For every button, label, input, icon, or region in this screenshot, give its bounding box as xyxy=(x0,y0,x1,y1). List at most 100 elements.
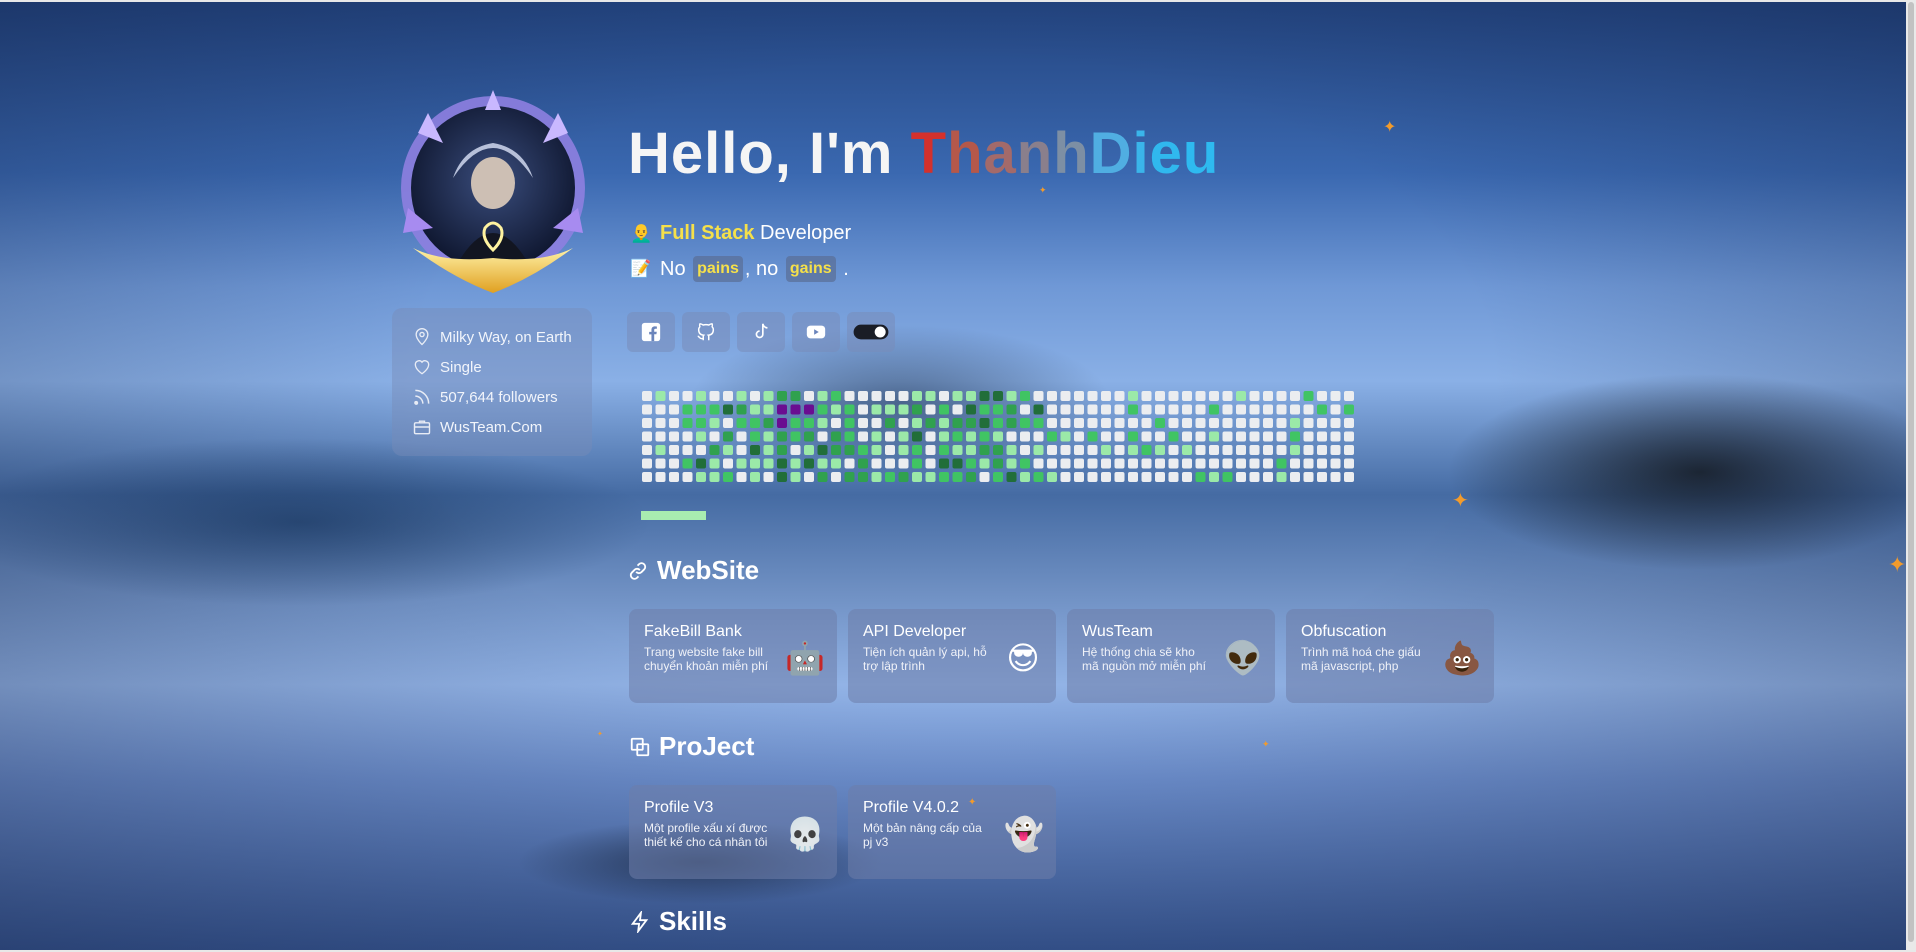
contribution-cell xyxy=(723,445,733,455)
tiktok-button[interactable] xyxy=(737,312,785,352)
contribution-cell xyxy=(1344,445,1354,455)
contribution-cell xyxy=(1209,418,1219,428)
contribution-cell xyxy=(1182,445,1192,455)
card-emoji-icon: 😎 xyxy=(1006,640,1040,676)
contribution-cell xyxy=(1101,472,1111,482)
card-profile-v4-0-2[interactable]: Profile V4.0.2 Một bản nâng cấp của pj v3… xyxy=(848,785,1056,879)
contribution-cell xyxy=(979,418,990,428)
contribution-cell xyxy=(966,404,976,415)
card-profile-v3[interactable]: Profile V3 Một profile xấu xí được thiết … xyxy=(629,785,837,879)
contribution-cell xyxy=(1344,391,1354,401)
theme-toggle-icon xyxy=(853,324,889,340)
contribution-cell xyxy=(1303,418,1314,428)
contribution-cell xyxy=(1182,418,1192,428)
contribution-cell xyxy=(1020,458,1030,469)
social-links xyxy=(627,312,895,352)
contribution-cell xyxy=(925,458,936,469)
contribution-cell xyxy=(669,391,679,401)
contribution-cell xyxy=(966,445,976,455)
facebook-icon xyxy=(641,322,661,342)
contribution-cell xyxy=(1209,404,1219,415)
github-button[interactable] xyxy=(682,312,730,352)
contribution-cell xyxy=(1276,472,1287,482)
contribution-cell xyxy=(696,445,706,455)
contribution-cell xyxy=(1101,458,1111,469)
contribution-cell xyxy=(1074,391,1084,401)
card-description: Tiện ích quản lý api, hỗ trợ lập trình xyxy=(863,645,987,673)
contribution-cell xyxy=(966,391,976,401)
contribution-cell xyxy=(898,418,909,428)
contribution-cell xyxy=(1074,404,1084,415)
contribution-cell xyxy=(1249,431,1260,442)
contribution-cell xyxy=(1006,445,1017,455)
contribution-cell xyxy=(898,431,909,442)
contribution-cell xyxy=(790,445,801,455)
section-website: WebSite xyxy=(627,555,759,586)
card-api-developer[interactable]: API Developer Tiện ích quản lý api, hỗ tr… xyxy=(848,609,1056,703)
contribution-cell xyxy=(750,391,760,401)
contribution-cell xyxy=(696,418,706,428)
contribution-cell xyxy=(844,404,855,415)
contribution-cell xyxy=(1155,472,1165,482)
contribution-cell xyxy=(993,418,1003,428)
contribution-cell xyxy=(1236,418,1246,428)
contribution-cell xyxy=(777,458,787,469)
contribution-cell xyxy=(1033,404,1044,415)
quote-tag-pains: pains xyxy=(693,256,743,282)
contribution-cell xyxy=(1087,458,1098,469)
contribution-cell xyxy=(1033,445,1044,455)
contribution-cell xyxy=(993,431,1003,442)
contribution-cell xyxy=(1114,472,1125,482)
rss-icon xyxy=(414,389,430,405)
contribution-cell xyxy=(1155,445,1165,455)
contribution-cell xyxy=(993,391,1003,401)
info-status: Single xyxy=(412,352,592,382)
contribution-cell xyxy=(1168,445,1179,455)
contribution-cell xyxy=(1249,404,1260,415)
contribution-cell xyxy=(871,458,882,469)
theme-toggle-button[interactable] xyxy=(847,312,895,352)
card-wusteam[interactable]: WusTeam Hệ thống chia sẽ kho mã nguồn mở … xyxy=(1067,609,1275,703)
briefcase-icon xyxy=(413,420,431,435)
contribution-cell xyxy=(736,391,747,401)
lightning-icon xyxy=(630,910,649,933)
contribution-cell xyxy=(682,391,693,401)
contribution-cell xyxy=(763,458,774,469)
contribution-cell xyxy=(804,472,814,482)
contribution-cell xyxy=(898,472,909,482)
contribution-cell xyxy=(1182,472,1192,482)
contribution-cell xyxy=(912,445,922,455)
contribution-cell xyxy=(736,458,747,469)
contribution-cell xyxy=(1141,458,1152,469)
contribution-cell xyxy=(777,472,787,482)
contribution-cell xyxy=(1276,445,1287,455)
contribution-cell xyxy=(1290,418,1300,428)
card-emoji-icon: 💩 xyxy=(1442,640,1482,676)
contribution-cell xyxy=(871,404,882,415)
contribution-cell xyxy=(642,445,652,455)
youtube-button[interactable] xyxy=(792,312,840,352)
card-fakebill-bank[interactable]: FakeBill Bank Trang website fake bill chu… xyxy=(629,609,837,703)
card-obfuscation[interactable]: Obfuscation Trình mã hoá che giấu mã java… xyxy=(1286,609,1494,703)
contribution-cell xyxy=(939,458,949,469)
contribution-cell xyxy=(750,472,760,482)
contribution-cell xyxy=(1317,472,1327,482)
contribution-cell xyxy=(858,458,868,469)
contribution-cell xyxy=(804,458,814,469)
contribution-cell xyxy=(777,404,787,415)
contribution-cell xyxy=(655,391,666,401)
contribution-cell xyxy=(1006,391,1017,401)
contribution-cell xyxy=(1182,431,1192,442)
scrollbar-thumb[interactable] xyxy=(1908,2,1914,942)
contribution-cell xyxy=(1209,431,1219,442)
contribution-cell xyxy=(736,404,747,415)
contribution-cell xyxy=(1303,391,1314,401)
contribution-cell xyxy=(1155,458,1165,469)
contribution-cell xyxy=(831,445,841,455)
card-description: Một bản nâng cấp của pj v3 xyxy=(863,821,982,849)
contribution-cell xyxy=(1182,404,1192,415)
contribution-cell xyxy=(817,445,828,455)
facebook-button[interactable] xyxy=(627,312,675,352)
card-description: Trang website fake bill chuyển khoản miễ… xyxy=(644,645,769,673)
contribution-cell xyxy=(912,458,922,469)
